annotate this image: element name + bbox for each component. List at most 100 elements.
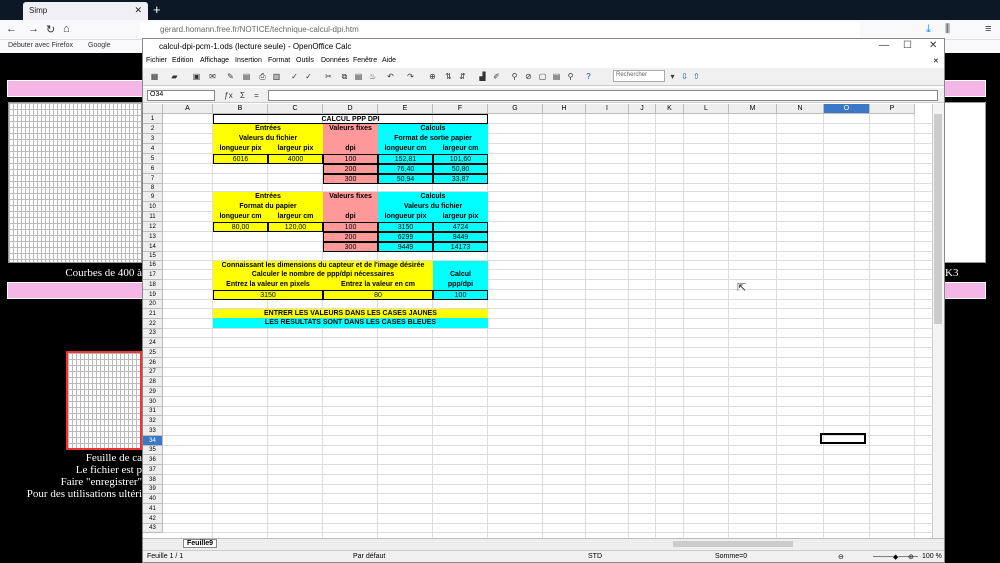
save-icon[interactable]: ▣ [191, 71, 202, 82]
sum-icon[interactable]: Σ [237, 90, 248, 101]
row-header[interactable]: 24 [143, 338, 163, 348]
row-header[interactable]: 23 [143, 329, 163, 338]
menu-insertion[interactable]: Insertion [235, 57, 262, 64]
row-header[interactable]: 32 [143, 416, 163, 426]
cell-r11f[interactable]: largeur pix [433, 212, 488, 222]
cell-r17[interactable]: Calculer le nombre de ppp/dpi nécessaire… [213, 270, 433, 280]
column-header[interactable]: N [777, 104, 824, 114]
help-icon[interactable]: ? [583, 71, 594, 82]
cell-r10d[interactable] [323, 202, 378, 212]
cell-r17f[interactable]: Calcul [433, 270, 488, 280]
row-header[interactable]: 4 [143, 144, 163, 154]
download-icon[interactable]: ⤓ [926, 23, 931, 36]
vertical-scroll-thumb[interactable] [934, 114, 942, 324]
maximize-icon[interactable]: ☐ [903, 40, 912, 51]
menu-fenetre[interactable]: Fenêtre [353, 57, 377, 64]
name-box[interactable]: O34 [147, 90, 215, 101]
cell-r12e[interactable]: 3150 [378, 222, 433, 232]
cell-r3b[interactable]: Valeurs du fichier [213, 134, 323, 144]
menu-donnees[interactable]: Données [321, 57, 349, 64]
column-header[interactable]: D [323, 104, 378, 114]
row-header[interactable]: 1 [143, 114, 163, 124]
row-header[interactable]: 6 [143, 164, 163, 174]
cut-icon[interactable]: ✂ [323, 71, 334, 82]
row-header[interactable]: 27 [143, 368, 163, 377]
column-header[interactable]: C [268, 104, 323, 114]
cell-r6d[interactable]: 200 [323, 164, 378, 174]
row-header[interactable]: 19 [143, 290, 163, 300]
close-tab-icon[interactable]: ✕ [134, 5, 142, 16]
row-header[interactable]: 39 [143, 485, 163, 494]
search-dropdown-icon[interactable]: ▾ [667, 71, 678, 82]
cell-r18b[interactable]: Entrez la valeur en pixels [213, 280, 323, 290]
cell-r2e[interactable]: Calculs [378, 124, 488, 134]
column-header[interactable]: L [684, 104, 729, 114]
cell-r12c[interactable]: 120,00 [268, 222, 323, 232]
cell-r5d[interactable]: 100 [323, 154, 378, 164]
cell-r13e[interactable]: 6299 [378, 232, 433, 242]
new-doc-icon[interactable]: ▦ [149, 71, 160, 82]
library-icon[interactable]: ⫼ [945, 23, 950, 36]
selected-cell-cursor[interactable] [820, 433, 866, 444]
cell-r14f[interactable]: 14173 [433, 242, 488, 252]
row-header[interactable]: 11 [143, 212, 163, 222]
home-icon[interactable]: ⌂ [63, 23, 70, 35]
close-window-icon[interactable]: ✕ [929, 40, 937, 51]
column-header[interactable]: J [629, 104, 656, 114]
column-header[interactable]: H [543, 104, 586, 114]
reload-icon[interactable]: ↻ [46, 23, 55, 36]
menu-outils[interactable]: Outils [296, 57, 314, 64]
column-header[interactable]: G [488, 104, 543, 114]
cell-r9d[interactable]: Valeurs fixes [323, 192, 378, 202]
row-header[interactable]: 17 [143, 270, 163, 280]
horizontal-scroll-thumb[interactable] [673, 541, 793, 547]
datasource-icon[interactable]: ▤ [551, 71, 562, 82]
new-tab-icon[interactable]: + [153, 2, 161, 17]
cell-r6f[interactable]: 50,80 [433, 164, 488, 174]
row-header[interactable]: 26 [143, 358, 163, 368]
cell-r13f[interactable]: 9449 [433, 232, 488, 242]
cell-r5e[interactable]: 152,81 [378, 154, 433, 164]
row-header[interactable]: 7 [143, 174, 163, 184]
copy-icon[interactable]: ⧉ [339, 71, 350, 82]
cell-r5f[interactable]: 101,60 [433, 154, 488, 164]
search-input[interactable]: Rechercher [613, 70, 665, 82]
menu-edition[interactable]: Edition [172, 57, 193, 64]
row-header[interactable]: 16 [143, 261, 163, 270]
pdf-icon[interactable]: ▤ [241, 71, 252, 82]
hyperlink-icon[interactable]: ⊕ [427, 71, 438, 82]
column-header[interactable]: A [163, 104, 213, 114]
cell-title[interactable]: CALCUL PPP DPI [213, 114, 488, 124]
cell-r4b[interactable]: longueur pix [213, 144, 268, 154]
row-header[interactable]: 42 [143, 514, 163, 524]
print-icon[interactable]: ⎙ [257, 71, 268, 82]
row-header[interactable]: 40 [143, 494, 163, 504]
row-header[interactable]: 38 [143, 475, 163, 485]
row-header[interactable]: 43 [143, 524, 163, 533]
edit-icon[interactable]: ✎ [225, 71, 236, 82]
undo-icon[interactable]: ↶ [385, 71, 396, 82]
menu-aide[interactable]: Aide [382, 57, 396, 64]
cell-r10b[interactable]: Format du papier [213, 202, 323, 212]
autospell-icon[interactable]: ✓ [303, 71, 314, 82]
row-header[interactable]: 34 [143, 436, 163, 446]
cell-r14d[interactable]: 300 [323, 242, 378, 252]
forward-icon[interactable]: → [28, 23, 39, 35]
gallery-icon[interactable]: ▢ [537, 71, 548, 82]
column-header[interactable]: O [824, 104, 870, 114]
column-header[interactable]: M [729, 104, 777, 114]
row-header[interactable]: 30 [143, 397, 163, 407]
cell-r9e[interactable]: Calculs [378, 192, 488, 202]
spreadsheet-grid[interactable]: ABCDEFGHIJKLMNOP 1 2 3 4 5 6 7 8 9 10 11 12 13 14 15 16… [143, 104, 932, 538]
spreadsheet-thumbnail[interactable] [66, 351, 142, 450]
row-header[interactable]: 18 [143, 280, 163, 290]
close-doc-icon[interactable]: ✕ [933, 57, 939, 65]
corner-header[interactable] [143, 104, 163, 114]
cell-r3e[interactable]: Format de sortie papier [378, 134, 488, 144]
cell-r11c[interactable]: largeur cm [268, 212, 323, 222]
cell-r2d[interactable]: Valeurs fixes [323, 124, 378, 134]
minimize-icon[interactable]: — [879, 40, 889, 51]
cell-r11e[interactable]: longueur pix [378, 212, 433, 222]
bookmark-firefox[interactable]: Débuter avec Firefox [8, 42, 73, 49]
row-header[interactable]: 37 [143, 465, 163, 475]
